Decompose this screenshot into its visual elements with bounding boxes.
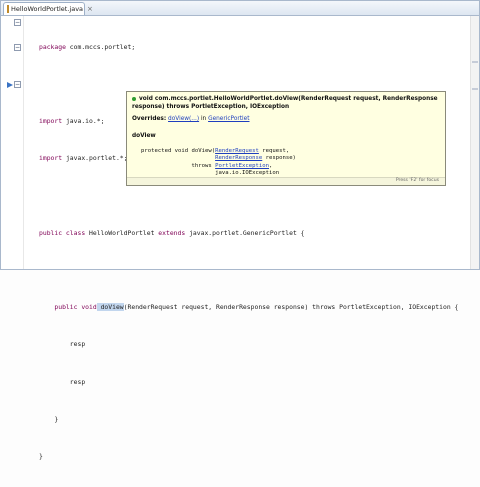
code-line: resp	[39, 377, 86, 386]
hover-declaration: protected void doView(RenderRequest requ…	[141, 148, 296, 177]
override-marker-icon[interactable]	[7, 82, 13, 88]
code-line: public void doView(RenderRequest request…	[54, 303, 459, 312]
java-file-icon	[7, 5, 9, 13]
overview-marker[interactable]	[472, 61, 478, 63]
javadoc-hover-popup[interactable]: void com.mccs.portlet.HelloWorldPortlet.…	[126, 91, 446, 186]
code-line: public class HelloWorldPortlet extends j…	[39, 228, 305, 237]
code-line: }	[39, 414, 59, 423]
code-line: resp	[39, 340, 86, 349]
close-icon[interactable]: ×	[87, 5, 93, 13]
fold-collapse-icon[interactable]: −	[14, 81, 21, 88]
method-icon	[132, 96, 136, 101]
code-line: package com.mccs.portlet;	[39, 42, 136, 51]
editor-window: HelloWorldPortlet.java × − − − package c…	[0, 0, 480, 460]
overrides-line: Overrides: doView(...) in GenericPortlet	[132, 116, 250, 122]
code-line: }	[39, 452, 43, 461]
code-editor[interactable]: package com.mccs.portlet; import java.io…	[39, 16, 458, 487]
fold-collapse-icon[interactable]: −	[14, 19, 21, 26]
tab-helloworldportlet[interactable]: HelloWorldPortlet.java ×	[3, 2, 93, 15]
fold-collapse-icon[interactable]: −	[14, 44, 21, 51]
selected-method-name: doView	[96, 303, 124, 312]
hover-signature: void com.mccs.portlet.HelloWorldPortlet.…	[132, 96, 438, 110]
overrides-link[interactable]: doView(...)	[168, 116, 199, 122]
overrides-class-link[interactable]: GenericPortlet	[208, 116, 249, 122]
hover-subheading: doView	[132, 133, 156, 139]
editor-tab-bar: HelloWorldPortlet.java ×	[1, 1, 479, 16]
vertical-scrollbar[interactable]	[470, 16, 479, 269]
line-ruler: − − −	[1, 16, 24, 269]
hover-footer: Press 'F2' for focus	[127, 177, 445, 185]
overview-marker[interactable]	[472, 88, 478, 90]
tab-label: HelloWorldPortlet.java	[11, 5, 84, 13]
type-link[interactable]: RenderResponse	[215, 155, 262, 161]
type-link[interactable]: RenderRequest	[215, 148, 259, 154]
type-link[interactable]: PortletException	[215, 163, 269, 169]
